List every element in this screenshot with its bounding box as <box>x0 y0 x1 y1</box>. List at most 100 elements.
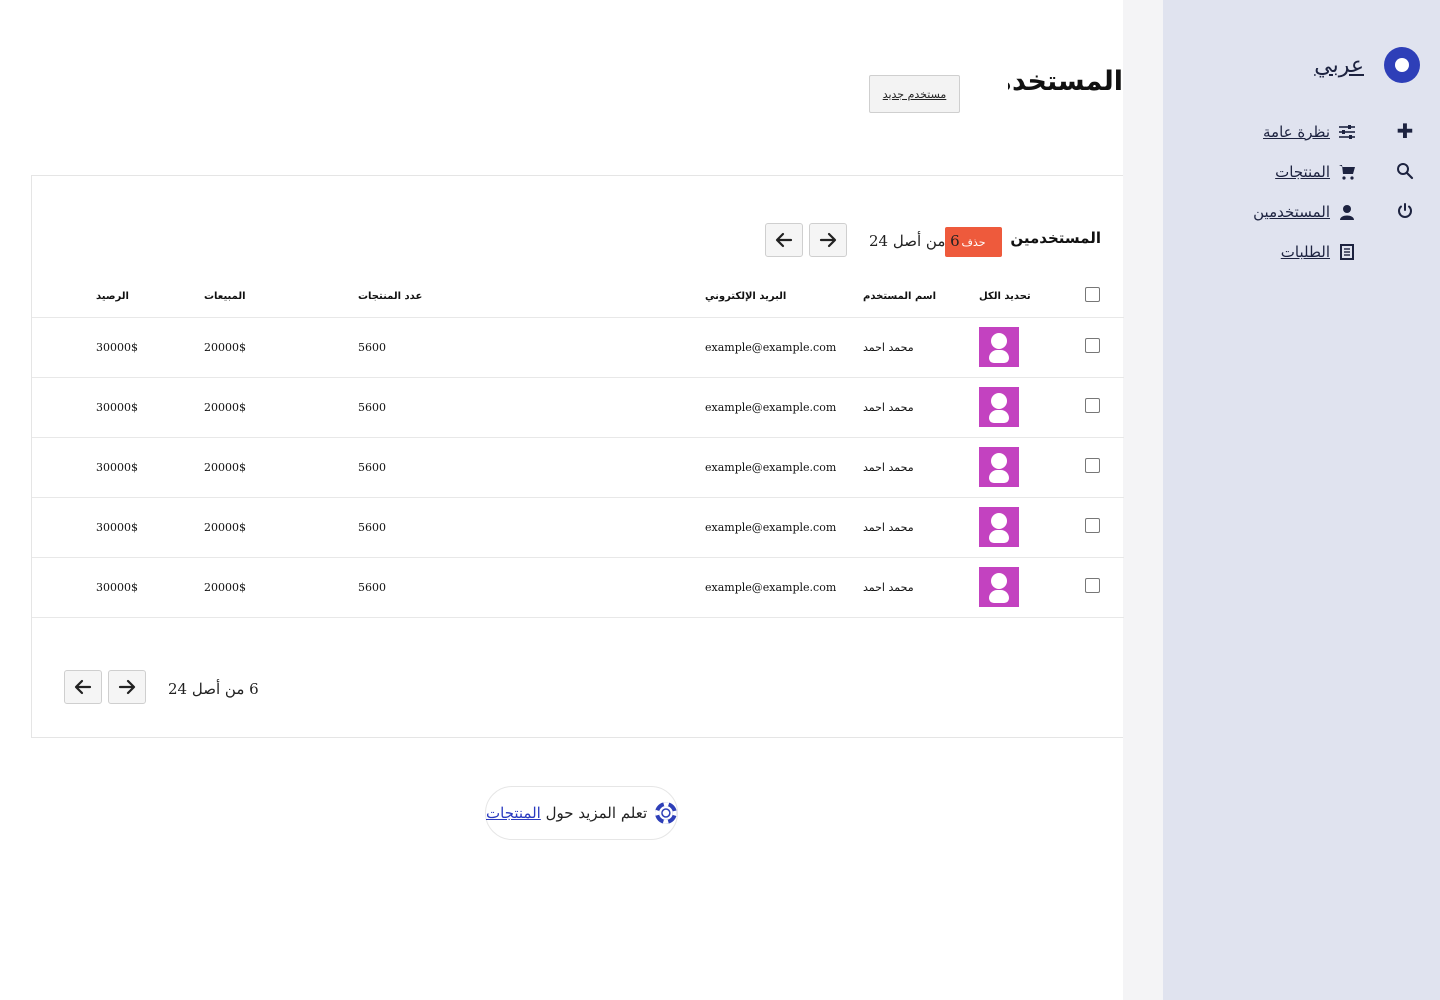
column-header-select-all: تحديد الكل <box>979 290 1031 302</box>
product-count-cell: 5600 <box>358 580 386 594</box>
row-select-cell <box>1060 557 1124 617</box>
balance-cell: 30000$ <box>96 520 138 534</box>
sidebar-item-label: الطلبات <box>1280 243 1330 261</box>
brand-logo-icon <box>1384 47 1420 83</box>
next-page-button-bottom[interactable] <box>108 670 146 704</box>
email-cell: example@example.com <box>705 580 837 594</box>
column-spacer <box>32 276 96 317</box>
table-row[interactable]: محمد احمد example@example.com 5600 20000… <box>32 437 1124 497</box>
row-checkbox[interactable] <box>1084 458 1100 473</box>
balance-cell: 30000$ <box>96 400 138 414</box>
sales-cell: 20000$ <box>204 400 246 414</box>
row-spacer <box>32 497 96 557</box>
sliders-icon <box>1338 123 1356 141</box>
email-cell: example@example.com <box>705 460 837 474</box>
column-header-sales: المبيعات <box>204 290 246 302</box>
balance-cell: 30000$ <box>96 340 138 354</box>
username-cell: محمد احمد <box>863 400 914 414</box>
avatar <box>979 567 1019 607</box>
learn-more-banner: تعلم المزيد حول المنتجات <box>485 786 678 840</box>
row-spacer <box>32 377 96 437</box>
email-cell: example@example.com <box>705 520 837 534</box>
avatar <box>979 387 1019 427</box>
cart-icon <box>1338 163 1356 181</box>
table-row[interactable]: محمد احمد example@example.com 5600 20000… <box>32 497 1124 557</box>
column-header-balance: الرصيد <box>96 290 129 302</box>
sales-cell: 20000$ <box>204 580 246 594</box>
arrow-left-icon <box>775 232 793 248</box>
sidebar-item-label: المستخدمين <box>1253 203 1330 221</box>
username-cell: محمد احمد <box>863 520 914 534</box>
balance-cell: 30000$ <box>96 580 138 594</box>
row-checkbox[interactable] <box>1084 398 1100 413</box>
product-count-cell: 5600 <box>358 460 386 474</box>
username-cell: محمد احمد <box>863 340 914 354</box>
plus-icon[interactable]: ✚ <box>1394 119 1416 143</box>
lifebuoy-icon <box>655 802 677 824</box>
email-cell: example@example.com <box>705 400 837 414</box>
username-cell: محمد احمد <box>863 460 914 474</box>
users-table: تحديد الكل اسم المستخدم البريد الإلكترون… <box>32 276 1124 618</box>
pager-status-bottom: 6 من أصل 24 <box>168 680 259 698</box>
product-count-cell: 5600 <box>358 340 386 354</box>
sidebar-nav: نظرة عامة المنتجات المستخدمين الطلبات <box>1253 120 1356 264</box>
select-all-cell <box>1060 276 1124 317</box>
avatar <box>979 507 1019 547</box>
sidebar-item-orders[interactable]: الطلبات <box>1253 240 1356 264</box>
sidebar-item-label: المنتجات <box>1275 163 1330 181</box>
user-icon <box>1338 203 1356 221</box>
search-icon[interactable] <box>1394 160 1416 182</box>
users-card: المستخدمين حذف 6 من أصل 24 تحديد الكل اس… <box>31 175 1124 738</box>
table-header-row: تحديد الكل اسم المستخدم البريد الإلكترون… <box>32 276 1124 317</box>
sales-cell: 20000$ <box>204 460 246 474</box>
row-select-cell <box>1060 317 1124 377</box>
page-title: المستخدمين <box>1008 66 1123 97</box>
new-user-button[interactable]: مستخدم جديد <box>869 75 960 113</box>
content-gutter <box>1123 0 1163 1000</box>
table-row[interactable]: محمد احمد example@example.com 5600 20000… <box>32 557 1124 617</box>
avatar <box>979 327 1019 367</box>
select-all-checkbox[interactable] <box>1084 287 1100 303</box>
sidebar: عربي ✚ نظرة عامة المنتجات المستخدمين الط… <box>1163 0 1440 1000</box>
sidebar-quick-actions: ✚ <box>1394 119 1416 222</box>
arrow-right-icon <box>118 679 136 695</box>
username-cell: محمد احمد <box>863 580 914 594</box>
sidebar-item-products[interactable]: المنتجات <box>1253 160 1356 184</box>
card-title: المستخدمين <box>1010 229 1101 247</box>
row-select-cell <box>1060 377 1124 437</box>
sales-cell: 20000$ <box>204 340 246 354</box>
balance-cell: 30000$ <box>96 460 138 474</box>
next-page-button[interactable] <box>809 223 847 257</box>
previous-page-button[interactable] <box>765 223 803 257</box>
row-checkbox[interactable] <box>1084 518 1100 533</box>
avatar-cell <box>979 497 1060 557</box>
avatar-cell <box>979 557 1060 617</box>
table-row[interactable]: محمد احمد example@example.com 5600 20000… <box>32 377 1124 437</box>
sidebar-item-label: نظرة عامة <box>1263 123 1330 141</box>
brand-name[interactable]: عربي <box>1314 53 1364 78</box>
document-icon <box>1338 243 1356 261</box>
previous-page-button-bottom[interactable] <box>64 670 102 704</box>
table-row[interactable]: محمد احمد example@example.com 5600 20000… <box>32 317 1124 377</box>
learn-more-link[interactable]: المنتجات <box>486 804 541 822</box>
avatar-cell <box>979 317 1060 377</box>
product-count-cell: 5600 <box>358 520 386 534</box>
arrow-left-icon <box>74 679 92 695</box>
avatar-cell <box>979 377 1060 437</box>
row-checkbox[interactable] <box>1084 578 1100 593</box>
row-spacer <box>32 437 96 497</box>
row-spacer <box>32 557 96 617</box>
power-icon[interactable] <box>1394 200 1416 222</box>
row-select-cell <box>1060 437 1124 497</box>
avatar <box>979 447 1019 487</box>
row-select-cell <box>1060 497 1124 557</box>
sidebar-item-users[interactable]: المستخدمين <box>1253 200 1356 224</box>
sidebar-item-overview[interactable]: نظرة عامة <box>1253 120 1356 144</box>
sales-cell: 20000$ <box>204 520 246 534</box>
row-checkbox[interactable] <box>1084 338 1100 353</box>
learn-more-prefix: تعلم المزيد حول <box>545 804 648 822</box>
pager-status: 6 من أصل 24 <box>869 232 960 250</box>
email-cell: example@example.com <box>705 340 837 354</box>
brand[interactable]: عربي <box>1314 47 1420 83</box>
arrow-right-icon <box>819 232 837 248</box>
